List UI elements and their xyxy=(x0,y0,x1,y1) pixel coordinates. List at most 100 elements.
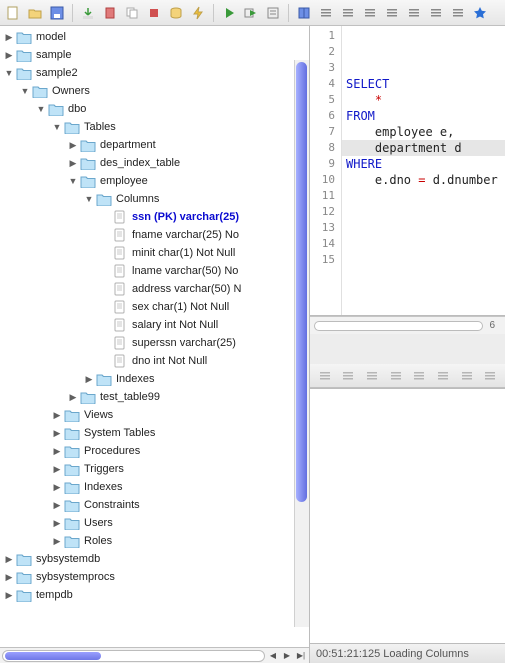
align-center-icon[interactable] xyxy=(339,4,357,22)
expand-triangle-open-icon[interactable]: ▼ xyxy=(52,122,62,132)
tree-item[interactable]: ▼sample2 xyxy=(4,64,309,82)
column-item[interactable]: superssn varchar(25) xyxy=(100,334,309,352)
tree-item[interactable]: ▶Views xyxy=(52,406,309,424)
expand-triangle-open-icon[interactable]: ▼ xyxy=(4,68,14,78)
column-item[interactable]: salary int Not Null xyxy=(100,316,309,334)
nav-fwd-icon[interactable] xyxy=(387,367,405,385)
tree-item[interactable]: ▶des_index_table xyxy=(68,154,309,172)
tree-item-label: sample xyxy=(34,49,71,61)
expand-triangle-closed-icon[interactable]: ▶ xyxy=(52,518,62,528)
column-item[interactable]: minit char(1) Not Null xyxy=(100,244,309,262)
tree-item[interactable]: ▶test_table99 xyxy=(68,388,309,406)
tree-item[interactable]: ▶tempdb xyxy=(4,586,309,604)
scroll-right-icon[interactable]: ▶ xyxy=(281,650,293,662)
tree-item[interactable]: ▼dbo xyxy=(36,100,309,118)
column-item[interactable]: sex char(1) Not Null xyxy=(100,298,309,316)
execute-icon[interactable] xyxy=(220,4,238,22)
tree-item-label: sex char(1) Not Null xyxy=(130,301,229,313)
indent-left-icon[interactable] xyxy=(411,367,429,385)
main-toolbar xyxy=(0,0,505,26)
lightning-icon[interactable] xyxy=(189,4,207,22)
copy-icon[interactable] xyxy=(458,367,476,385)
expand-triangle-closed-icon[interactable]: ▶ xyxy=(68,158,78,168)
tree-item[interactable]: ▶Users xyxy=(52,514,309,532)
format-icon[interactable] xyxy=(264,4,282,22)
expand-triangle-closed-icon[interactable]: ▶ xyxy=(52,410,62,420)
tree-item[interactable]: ▶Procedures xyxy=(52,442,309,460)
tree-horizontal-scrollbar[interactable]: ◀ ▶ ▶| xyxy=(0,647,309,663)
expand-triangle-open-icon[interactable]: ▼ xyxy=(20,86,30,96)
outdent-icon[interactable] xyxy=(405,4,423,22)
expand-triangle-closed-icon[interactable]: ▶ xyxy=(52,464,62,474)
star-icon[interactable] xyxy=(471,4,489,22)
tree-item[interactable]: ▶System Tables xyxy=(52,424,309,442)
rows-icon[interactable] xyxy=(363,367,381,385)
refresh-icon[interactable] xyxy=(316,367,334,385)
column-item[interactable]: lname varchar(50) No xyxy=(100,262,309,280)
line-number: 2 xyxy=(310,44,335,60)
editor-horizontal-scrollbar[interactable]: 6 xyxy=(310,316,505,334)
expand-triangle-closed-icon[interactable]: ▶ xyxy=(52,446,62,456)
expand-triangle-open-icon[interactable]: ▼ xyxy=(68,176,78,186)
expand-triangle-closed-icon[interactable]: ▶ xyxy=(68,140,78,150)
nav-back-icon[interactable] xyxy=(340,367,358,385)
expand-triangle-closed-icon[interactable]: ▶ xyxy=(52,536,62,546)
line-number: 7 xyxy=(310,124,335,140)
folder-icon xyxy=(16,30,32,44)
import-icon[interactable] xyxy=(79,4,97,22)
sql-editor[interactable]: 123456789101112131415 SELECT *FROM emplo… xyxy=(310,26,505,316)
tree-item[interactable]: ▶Indexes xyxy=(52,478,309,496)
code-area[interactable]: SELECT *FROM employee e, department dWHE… xyxy=(342,26,505,315)
tree-item[interactable]: ▶department xyxy=(68,136,309,154)
expand-triangle-closed-icon[interactable]: ▶ xyxy=(52,428,62,438)
tree-item[interactable]: ▶sybsystemdb xyxy=(4,550,309,568)
scroll-end-icon[interactable]: ▶| xyxy=(295,650,307,662)
column-item[interactable]: fname varchar(25) No xyxy=(100,226,309,244)
new-icon[interactable] xyxy=(4,4,22,22)
save-icon[interactable] xyxy=(48,4,66,22)
expand-triangle-closed-icon[interactable]: ▶ xyxy=(4,32,14,42)
expand-triangle-closed-icon[interactable]: ▶ xyxy=(4,572,14,582)
execute-selection-icon[interactable] xyxy=(242,4,260,22)
tree-item[interactable]: ▶ sample xyxy=(4,46,309,64)
database-icon[interactable] xyxy=(167,4,185,22)
palette-icon[interactable] xyxy=(449,4,467,22)
expand-triangle-closed-icon[interactable]: ▶ xyxy=(52,500,62,510)
indent-right-icon[interactable] xyxy=(434,367,452,385)
results-grid[interactable] xyxy=(310,388,505,643)
drop-icon[interactable] xyxy=(101,4,119,22)
align-left-icon[interactable] xyxy=(317,4,335,22)
expand-triangle-closed-icon[interactable]: ▶ xyxy=(4,590,14,600)
paste-icon[interactable] xyxy=(481,367,499,385)
tree-item[interactable]: ▼employee xyxy=(68,172,309,190)
column-item[interactable]: ssn (PK) varchar(25) xyxy=(100,208,309,226)
scroll-left-icon[interactable]: ◀ xyxy=(267,650,279,662)
indent-icon[interactable] xyxy=(383,4,401,22)
tree-item[interactable]: ▶model xyxy=(4,28,309,46)
copy-object-icon[interactable] xyxy=(123,4,141,22)
expand-triangle-closed-icon[interactable]: ▶ xyxy=(52,482,62,492)
tree-item[interactable]: ▶sybsystemprocs xyxy=(4,568,309,586)
tree-item[interactable]: ▼Tables xyxy=(52,118,309,136)
tree-view[interactable]: ▶model▶sample▼sample2▼Owners▼dbo▼Tables▶… xyxy=(0,26,309,647)
tree-item[interactable]: ▶Constraints xyxy=(52,496,309,514)
tree-item[interactable]: ▼Owners xyxy=(20,82,309,100)
align-right-icon[interactable] xyxy=(361,4,379,22)
expand-triangle-open-icon[interactable]: ▼ xyxy=(36,104,46,114)
tree-item[interactable]: ▶Indexes xyxy=(84,370,309,388)
column-item[interactable]: address varchar(50) N xyxy=(100,280,309,298)
wand-icon[interactable] xyxy=(427,4,445,22)
tree-item[interactable]: ▶Roles xyxy=(52,532,309,550)
expand-triangle-closed-icon[interactable]: ▶ xyxy=(4,50,14,60)
column-item[interactable]: dno int Not Null xyxy=(100,352,309,370)
expand-triangle-closed-icon[interactable]: ▶ xyxy=(68,392,78,402)
expand-triangle-closed-icon[interactable]: ▶ xyxy=(4,554,14,564)
expand-triangle-closed-icon[interactable]: ▶ xyxy=(84,374,94,384)
stop-icon[interactable] xyxy=(145,4,163,22)
book-icon[interactable] xyxy=(295,4,313,22)
tree-vertical-scrollbar[interactable] xyxy=(294,60,309,627)
open-icon[interactable] xyxy=(26,4,44,22)
expand-triangle-open-icon[interactable]: ▼ xyxy=(84,194,94,204)
tree-item[interactable]: ▶Triggers xyxy=(52,460,309,478)
tree-item[interactable]: ▼Columns xyxy=(84,190,309,208)
